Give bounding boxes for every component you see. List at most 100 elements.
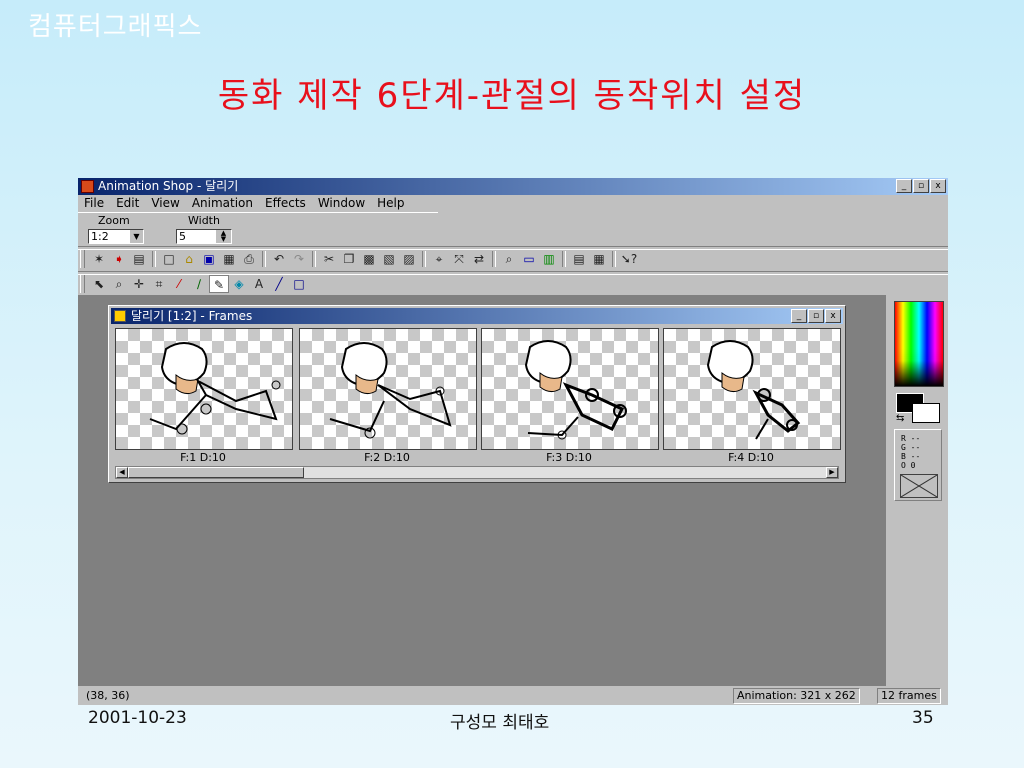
frames-restore-button[interactable]: ▫ [808,309,824,323]
paste-new-icon[interactable]: ▧ [379,250,399,268]
view-frames-icon[interactable]: ▤ [569,250,589,268]
character-sketch-icon [524,340,627,440]
replace-icon[interactable]: ⇄ [469,250,489,268]
frame-thumbnail[interactable] [663,328,841,450]
frames-close-button[interactable]: x [825,309,841,323]
rgb-green: G -- [901,443,921,452]
open-icon[interactable]: ⌂ [179,250,199,268]
menu-window[interactable]: Window [312,195,371,212]
toolbar-separator [422,251,426,267]
scroll-right-icon[interactable]: ▶ [826,467,838,478]
rgb-readout: R -- G -- B -- O 0 [894,429,942,501]
fill-icon[interactable]: ◈ [229,275,249,293]
footer-author: 구성모 최태호 [450,713,550,733]
status-frame-count: 12 frames [877,688,941,704]
frames-window: 달리기 [1:2] - Frames _ ▫ x F:1 D:10 F:2 D:… [108,305,846,483]
scroll-thumb[interactable] [128,467,304,478]
toolbar-separator [312,251,316,267]
paintbrush-icon[interactable]: ∕ [189,275,209,293]
toolbar-grip[interactable] [80,250,85,268]
menu-effects[interactable]: Effects [259,195,312,212]
zoom-value: 1:2 [91,230,109,243]
menu-bar: File Edit View Animation Effects Window … [78,195,948,212]
eraser-icon[interactable]: ✎ [209,275,229,293]
frame-thumbnail[interactable] [115,328,293,450]
chevron-down-icon[interactable]: ▼ [130,230,143,243]
dropper-icon[interactable]: ⁄ [169,275,189,293]
copy-icon[interactable]: ❐ [339,250,359,268]
arrow-select-icon[interactable]: ⬉ [89,275,109,293]
frames-horizontal-scrollbar[interactable]: ◀ ▶ [115,466,839,479]
arrow-icon[interactable]: ➧ [109,250,129,268]
toolbar-grip[interactable] [80,275,85,293]
resize-icon[interactable]: ⤧ [449,250,469,268]
properties-icon[interactable]: ▦ [219,250,239,268]
crop-icon[interactable]: ⌖ [429,250,449,268]
minimize-button[interactable]: _ [896,179,912,193]
banner-icon[interactable]: ▤ [129,250,149,268]
zoom-icon[interactable]: ⌕ [499,250,519,268]
zoom-select[interactable]: 1:2 ▼ [88,229,144,244]
menu-animation[interactable]: Animation [186,195,259,212]
color-spectrum[interactable] [894,301,944,387]
new-icon[interactable]: □ [159,250,179,268]
frame-thumbnail[interactable] [299,328,477,450]
wizard-icon[interactable]: ✶ [89,250,109,268]
menu-file[interactable]: File [78,195,110,212]
toolbar-separator [492,251,496,267]
standard-toolbar: ✶ ➧ ▤ □ ⌂ ▣ ▦ ⎙ ↶ ↷ ✂ ❐ ▩ ▧ ▨ ⌖ ⤧ ⇄ ⌕ ▭ … [80,248,639,270]
frame-thumbnail[interactable] [481,328,659,450]
status-coordinates: (38, 36) [86,689,130,702]
frames-minimize-button[interactable]: _ [791,309,807,323]
color-bars-icon[interactable]: ▥ [539,250,559,268]
save-icon[interactable]: ▣ [199,250,219,268]
transparent-swatch[interactable] [900,474,938,498]
view-animation-icon[interactable]: ▦ [589,250,609,268]
mover-icon[interactable]: ✛ [129,275,149,293]
redo-icon[interactable]: ↷ [289,250,309,268]
scroll-left-icon[interactable]: ◀ [116,467,128,478]
tool-options-bar: Zoom 1:2 ▼ Width 5 ▲ ▼ [78,212,438,247]
slide-title: 동화 제작 6단계-관절의 동작위치 설정 [217,76,807,116]
frame-label: F:1 D:10 [180,451,226,464]
frames-title-bar[interactable]: 달리기 [1:2] - Frames _ ▫ x [111,308,843,324]
close-button[interactable]: x [930,179,946,193]
magnifier-icon[interactable]: ⌕ [109,275,129,293]
app-icon[interactable] [81,180,94,193]
footer-page-number: 35 [912,708,934,728]
crop-tool-icon[interactable]: ⌗ [149,275,169,293]
status-animation-size: Animation: 321 x 262 [733,688,860,704]
character-sketch-icon [329,342,452,439]
cut-icon[interactable]: ✂ [319,250,339,268]
restore-button[interactable]: ▫ [913,179,929,193]
status-bar: (38, 36) Animation: 321 x 262 12 frames [78,686,948,705]
swap-colors-icon[interactable]: ⇆ [896,413,904,424]
print-icon[interactable]: ⎙ [239,250,259,268]
width-value: 5 [179,230,186,243]
frames-window-icon[interactable] [114,310,126,322]
paste-frame-icon[interactable]: ▨ [399,250,419,268]
toolbar-separator [152,251,156,267]
window-title: Animation Shop - 달리기 [98,179,239,193]
menu-view[interactable]: View [145,195,185,212]
spinner-arrows-icon[interactable]: ▲ ▼ [216,230,231,243]
width-spinner[interactable]: 5 ▲ ▼ [176,229,232,244]
rectangle-icon[interactable]: □ [289,275,309,293]
help-icon[interactable]: ➘? [619,250,639,268]
zoom-label: Zoom [98,214,130,227]
corner-title: 컴퓨터그래픽스 [28,12,203,42]
menu-edit[interactable]: Edit [110,195,145,212]
menu-help[interactable]: Help [371,195,410,212]
filmstrip-icon[interactable]: ▭ [519,250,539,268]
paste-icon[interactable]: ▩ [359,250,379,268]
rgb-red: R -- [901,434,921,443]
line-icon[interactable]: ╱ [269,275,289,293]
frame-label: F:4 D:10 [728,451,774,464]
toolbar-separator [262,251,266,267]
undo-icon[interactable]: ↶ [269,250,289,268]
tools-toolbar: ⬉ ⌕ ✛ ⌗ ⁄ ∕ ✎ ◈ A ╱ □ [80,273,309,295]
title-bar[interactable]: Animation Shop - 달리기 _ ▫ x [78,178,948,195]
character-sketch-icon [706,340,801,440]
background-color-swatch[interactable] [912,403,940,423]
text-icon[interactable]: A [249,275,269,293]
